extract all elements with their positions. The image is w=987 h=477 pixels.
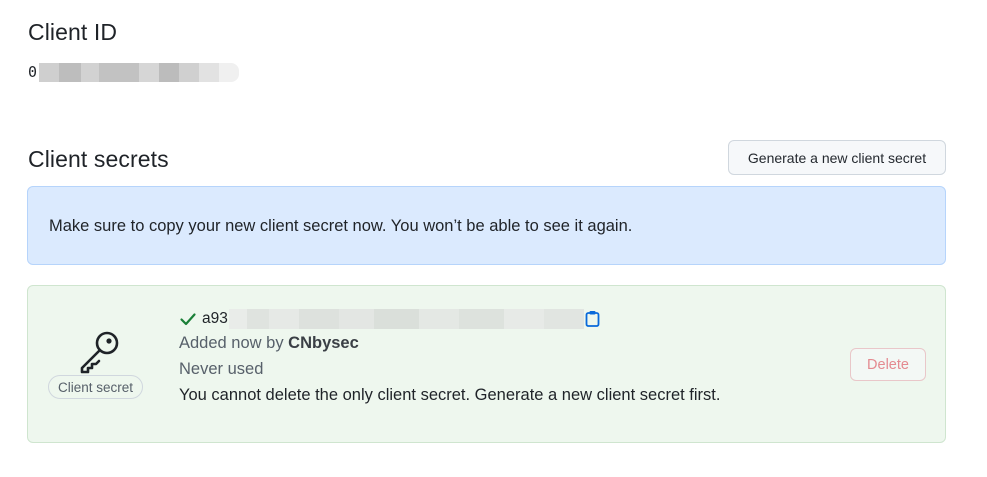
secret-visible-prefix: a93 [202,310,228,327]
added-prefix: Added now by [179,334,289,352]
secret-added-info: Added now by CNbysec [179,330,720,356]
secret-icon-column: Client secret [48,326,150,402]
client-id-visible-prefix: 0 [28,63,38,81]
delete-secret-button[interactable]: Delete [850,348,926,381]
copy-icon[interactable] [584,310,601,328]
secret-usage: Never used [179,360,264,378]
client-id-redaction [39,62,240,82]
generate-client-secret-button[interactable]: Generate a new client secret [728,140,946,175]
client-id-value: 0 [28,62,240,82]
key-icon [80,331,119,374]
added-by-user: CNbysec [288,334,359,352]
secret-redaction [228,309,584,329]
flash-message: Make sure to copy your new client secret… [49,217,633,235]
client-secrets-heading: Client secrets [28,146,169,172]
client-secret-item: Client secret a93 Added now by CNbysec N… [27,285,946,443]
client-secret-label: Client secret [48,375,144,399]
check-icon [180,313,196,326]
secret-value-line: a93 [179,308,720,330]
secret-details: a93 Added now by CNbysec Never used You … [179,308,720,408]
delete-warning: You cannot delete the only client secret… [179,386,721,404]
client-id-heading: Client ID [28,19,118,45]
copy-secret-flash-notice: Make sure to copy your new client secret… [27,186,946,265]
